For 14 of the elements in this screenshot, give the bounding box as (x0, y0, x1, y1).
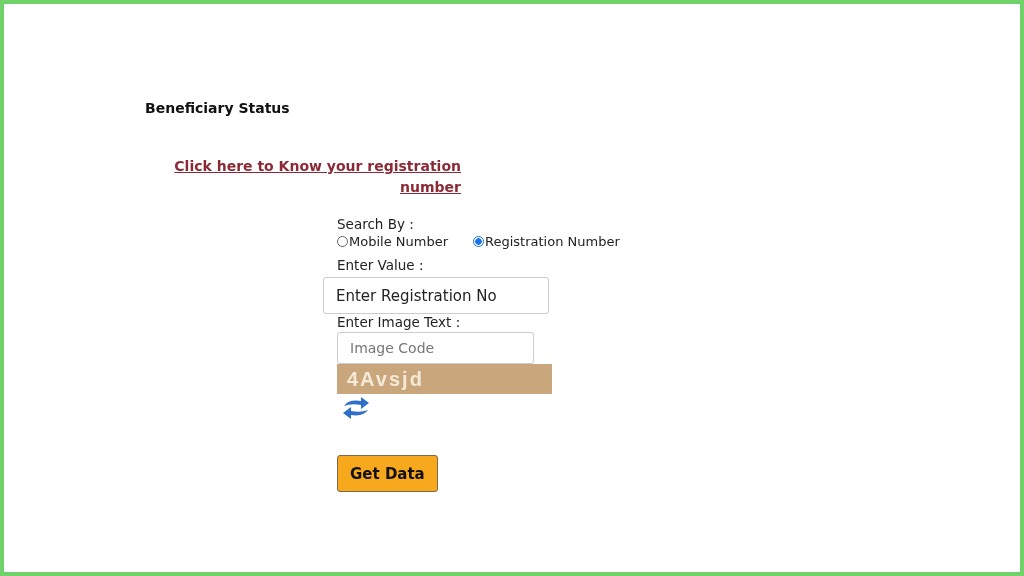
field-label: Enter Value : (337, 257, 424, 273)
page-title: Beneficiary Status (145, 100, 290, 116)
field-label: Enter Image Text : (337, 314, 461, 330)
radio-label[interactable]: Registration Number (485, 234, 620, 249)
captcha-image: 4Avsjd (337, 364, 552, 394)
registration-link[interactable]: Click here to Know your registration number (174, 156, 461, 198)
field-label: Search By : (337, 216, 414, 232)
input-field[interactable]: Image Code (337, 332, 534, 364)
radio-button[interactable] (337, 236, 348, 247)
get-data-button[interactable]: Get Data (337, 455, 438, 492)
radio-button[interactable] (473, 236, 484, 247)
radio-label[interactable]: Mobile Number (349, 234, 448, 249)
input-field[interactable]: Enter Registration No (323, 277, 549, 314)
refresh-icon[interactable] (341, 397, 371, 419)
